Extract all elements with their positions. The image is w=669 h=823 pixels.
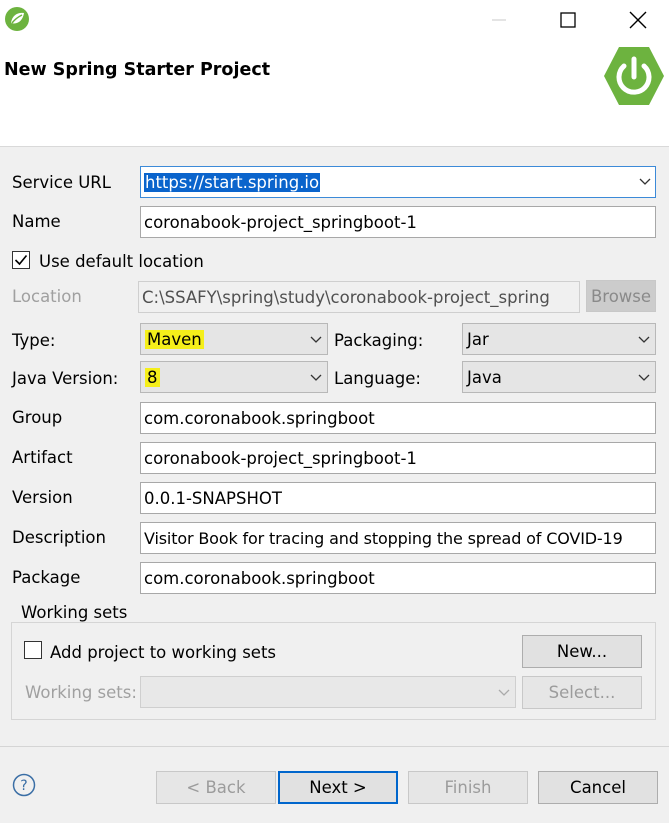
- artifact-label: Artifact: [12, 448, 73, 467]
- use-default-location-checkbox[interactable]: [12, 251, 30, 269]
- package-label: Package: [12, 568, 81, 587]
- spring-app-icon: [4, 6, 30, 32]
- add-to-working-sets-checkbox[interactable]: [24, 641, 42, 659]
- spring-power-logo: [602, 44, 666, 108]
- close-button[interactable]: [615, 0, 661, 40]
- packaging-value: Jar: [467, 329, 489, 349]
- description-label: Description: [12, 528, 106, 547]
- group-label: Group: [12, 408, 63, 427]
- dialog-title: New Spring Starter Project: [4, 60, 271, 80]
- description-input[interactable]: Visitor Book for tracing and stopping th…: [140, 522, 656, 554]
- working-sets-label: Working sets:: [25, 683, 137, 702]
- type-label: Type:: [12, 331, 56, 350]
- new-working-set-button[interactable]: New...: [522, 635, 642, 668]
- java-version-label: Java Version:: [12, 369, 119, 388]
- working-sets-select: [140, 676, 516, 708]
- help-button[interactable]: ?: [12, 773, 36, 797]
- back-button: < Back: [156, 771, 276, 804]
- chevron-down-icon: [637, 370, 651, 384]
- minimize-button[interactable]: [476, 0, 522, 40]
- name-label: Name: [12, 212, 61, 231]
- service-url-value: https://start.spring.io: [144, 172, 321, 192]
- add-to-working-sets-label: Add project to working sets: [50, 643, 277, 662]
- title-bar: [0, 0, 669, 40]
- artifact-input[interactable]: coronabook-project_springboot-1: [140, 442, 656, 474]
- package-input[interactable]: com.coronabook.springboot: [140, 562, 656, 594]
- java-version-select[interactable]: 8: [140, 361, 328, 393]
- location-label: Location: [12, 287, 82, 306]
- java-version-value: 8: [145, 367, 160, 387]
- minimize-icon: [492, 19, 506, 21]
- chevron-down-icon: [309, 332, 323, 346]
- group-input[interactable]: com.coronabook.springboot: [140, 402, 656, 434]
- type-select[interactable]: Maven: [140, 323, 328, 355]
- use-default-location-label: Use default location: [39, 252, 204, 271]
- chevron-down-icon: [638, 173, 652, 192]
- footer-separator: [0, 746, 669, 747]
- checkmark-icon: [14, 254, 28, 266]
- language-label: Language:: [334, 369, 421, 388]
- version-label: Version: [12, 488, 73, 507]
- language-select[interactable]: Java: [462, 361, 656, 393]
- language-value: Java: [467, 367, 502, 387]
- close-icon: [629, 11, 647, 29]
- location-input: C:\SSAFY\spring\study\coronabook-project…: [138, 281, 580, 313]
- help-icon: ?: [12, 773, 36, 797]
- help-icon-glyph: ?: [20, 778, 27, 794]
- chevron-down-icon: [309, 370, 323, 384]
- browse-button: Browse: [586, 280, 656, 312]
- finish-button: Finish: [408, 771, 528, 804]
- name-input[interactable]: coronabook-project_springboot-1: [140, 206, 656, 238]
- service-url-label: Service URL: [12, 173, 111, 192]
- chevron-down-icon: [637, 332, 651, 346]
- next-button[interactable]: Next >: [278, 771, 398, 804]
- select-working-sets-button: Select...: [522, 676, 642, 709]
- service-url-combo[interactable]: https://start.spring.io: [140, 166, 656, 198]
- packaging-select[interactable]: Jar: [462, 323, 656, 355]
- packaging-label: Packaging:: [334, 331, 424, 350]
- version-input[interactable]: 0.0.1-SNAPSHOT: [140, 482, 656, 514]
- chevron-down-icon: [497, 685, 511, 699]
- maximize-button[interactable]: [545, 0, 591, 40]
- working-sets-group-title: Working sets: [18, 603, 131, 622]
- dialog-header: [0, 40, 669, 147]
- cancel-button[interactable]: Cancel: [538, 771, 658, 804]
- maximize-icon: [560, 12, 576, 28]
- type-value: Maven: [145, 329, 204, 349]
